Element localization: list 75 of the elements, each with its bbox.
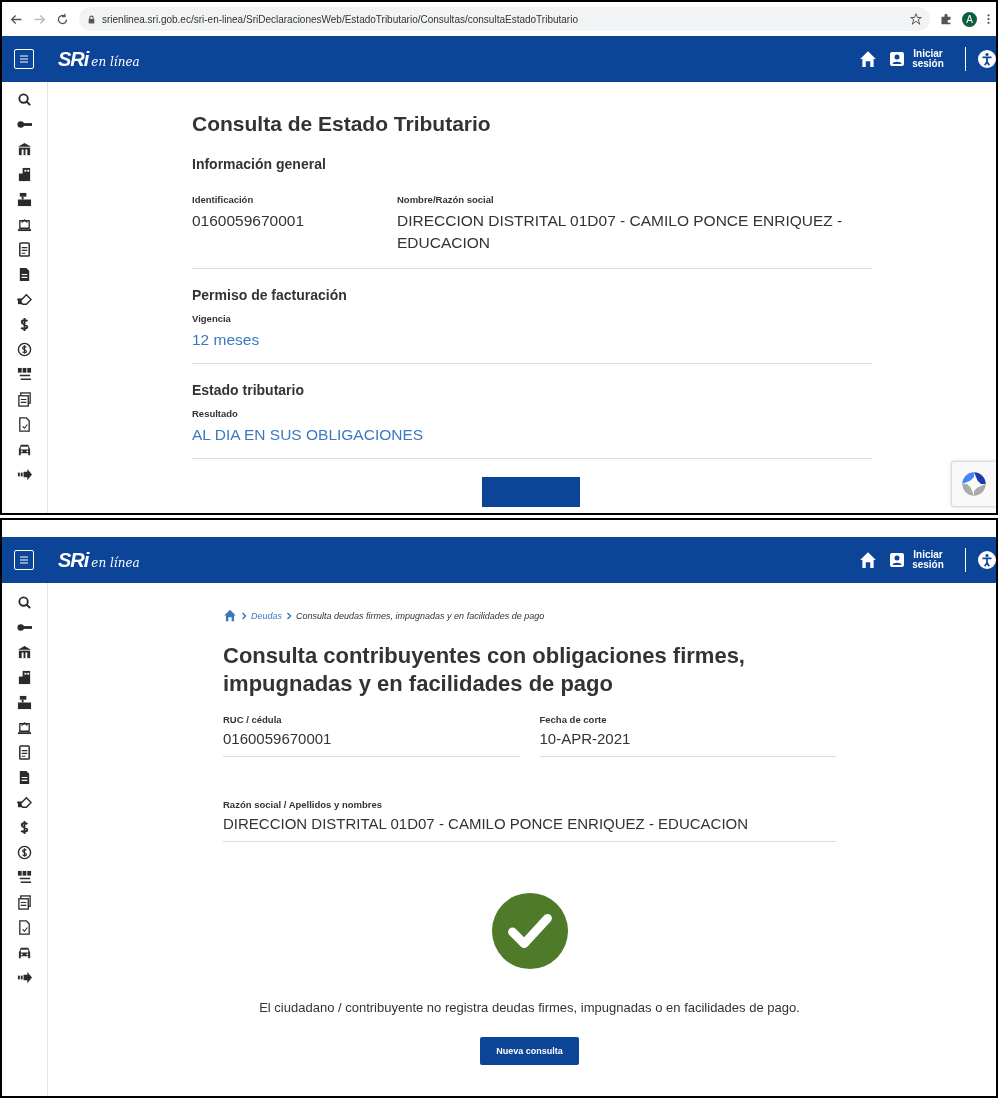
laptop-icon[interactable]	[17, 720, 32, 735]
arrow-icon[interactable]	[17, 467, 32, 482]
id-card-icon	[889, 552, 905, 568]
file-icon[interactable]	[17, 267, 32, 282]
document-icon[interactable]	[17, 745, 32, 760]
page-title: Consulta de Estado Tributario	[192, 112, 492, 136]
address-bar[interactable]: srienlinea.sri.gob.ec/sri-en-linea/SriDeclaracionesWeb/EstadoTributario/Consultas/consultaEstadoTributario	[79, 7, 930, 31]
file-icon[interactable]	[17, 770, 32, 785]
accessibility-icon[interactable]	[978, 551, 996, 569]
star-icon[interactable]	[910, 13, 922, 25]
login-link[interactable]: Iniciar sesión	[911, 48, 945, 70]
menu-button[interactable]	[14, 49, 34, 69]
breadcrumb-link[interactable]: Deudas	[251, 610, 283, 621]
exchange-icon[interactable]	[17, 870, 32, 885]
field-label: Identificación	[192, 194, 255, 205]
breadcrumb-current: Consulta deudas firmes, impugnadas y en facilidades de pago	[296, 610, 545, 621]
menu-icon	[19, 556, 29, 564]
lock-icon	[87, 14, 96, 24]
cash-register-icon[interactable]	[17, 695, 32, 710]
home-icon[interactable]	[859, 551, 877, 569]
profile-avatar[interactable]: A	[962, 11, 977, 27]
exchange-icon[interactable]	[17, 367, 32, 382]
document-check-icon[interactable]	[17, 417, 32, 432]
bank-icon[interactable]	[17, 142, 32, 157]
page-title: Consulta contribuyentes con obligaciones firmes, impugnadas y en facilidades de pago	[223, 642, 746, 698]
bank-icon[interactable]	[17, 645, 32, 660]
dollar-circle-icon[interactable]	[17, 845, 32, 860]
field-value: DIRECCION DISTRITAL 01D07 - CAMILO PONCE ENRIQUEZ - EDUCACION	[397, 211, 844, 253]
chevron-right-icon	[286, 611, 293, 620]
field-label: Resultado	[192, 408, 239, 419]
receipt-icon[interactable]	[17, 392, 32, 407]
section-heading: Permiso de facturación	[192, 287, 348, 303]
sri-logo[interactable]: SRien línea	[58, 47, 140, 71]
accessibility-icon[interactable]	[978, 50, 996, 68]
building-icon[interactable]	[17, 670, 32, 685]
home-icon[interactable]	[223, 609, 237, 622]
hand-icon[interactable]	[17, 292, 32, 307]
dollar-circle-icon[interactable]	[17, 342, 32, 357]
field-value: 12 meses	[192, 330, 260, 350]
car-icon[interactable]	[17, 945, 32, 960]
receipt-icon[interactable]	[17, 895, 32, 910]
section-heading: Estado tributario	[192, 382, 305, 398]
id-card-icon	[889, 51, 905, 67]
result-message: El ciudadano / contribuyente no registra deudas firmes, impugnadas o en facilidades de pago.	[258, 1000, 801, 1015]
field-value: AL DIA EN SUS OBLIGACIONES	[192, 425, 424, 445]
field-label: Vigencia	[192, 313, 232, 324]
read-only-field: Fecha de corte 10-APR-2021	[539, 714, 836, 757]
more-menu-icon[interactable]	[987, 13, 990, 25]
section-heading: Información general	[192, 156, 327, 172]
arrow-icon[interactable]	[17, 970, 32, 985]
menu-button[interactable]	[14, 550, 34, 570]
sri-logo[interactable]: SRien línea	[58, 548, 140, 572]
puzzle-icon[interactable]	[940, 13, 952, 25]
home-icon[interactable]	[859, 50, 877, 68]
search-icon[interactable]	[17, 92, 32, 107]
reload-icon[interactable]	[56, 12, 69, 26]
building-icon[interactable]	[17, 167, 32, 182]
cash-register-icon[interactable]	[17, 192, 32, 207]
document-icon[interactable]	[17, 242, 32, 257]
field-value: 0160059670001	[192, 211, 306, 231]
document-check-icon[interactable]	[17, 920, 32, 935]
field-label: Nombre/Razón social	[397, 194, 495, 205]
chevron-right-icon	[241, 611, 247, 620]
back-arrow-icon[interactable]	[10, 12, 23, 26]
new-query-button[interactable]: Nueva consulta	[480, 1037, 579, 1065]
read-only-field: RUC / cédula 0160059670001	[223, 714, 520, 757]
read-only-field: Razón social / Apellidos y nombres DIRECCION DISTRITAL 01D07 - CAMILO PONCE ENRIQUEZ - EDUCACION	[223, 799, 836, 842]
login-link[interactable]: Iniciar sesión	[911, 549, 945, 571]
search-icon[interactable]	[17, 595, 32, 610]
url-text: srienlinea.sri.gob.ec/sri-en-linea/SriDeclaracionesWeb/EstadoTributario/Consultas/consultaEstadoTributario	[102, 13, 578, 25]
check-circle-icon	[490, 892, 569, 970]
car-icon[interactable]	[17, 442, 32, 457]
hand-icon[interactable]	[17, 795, 32, 810]
laptop-icon[interactable]	[17, 217, 32, 232]
menu-icon	[19, 55, 29, 63]
